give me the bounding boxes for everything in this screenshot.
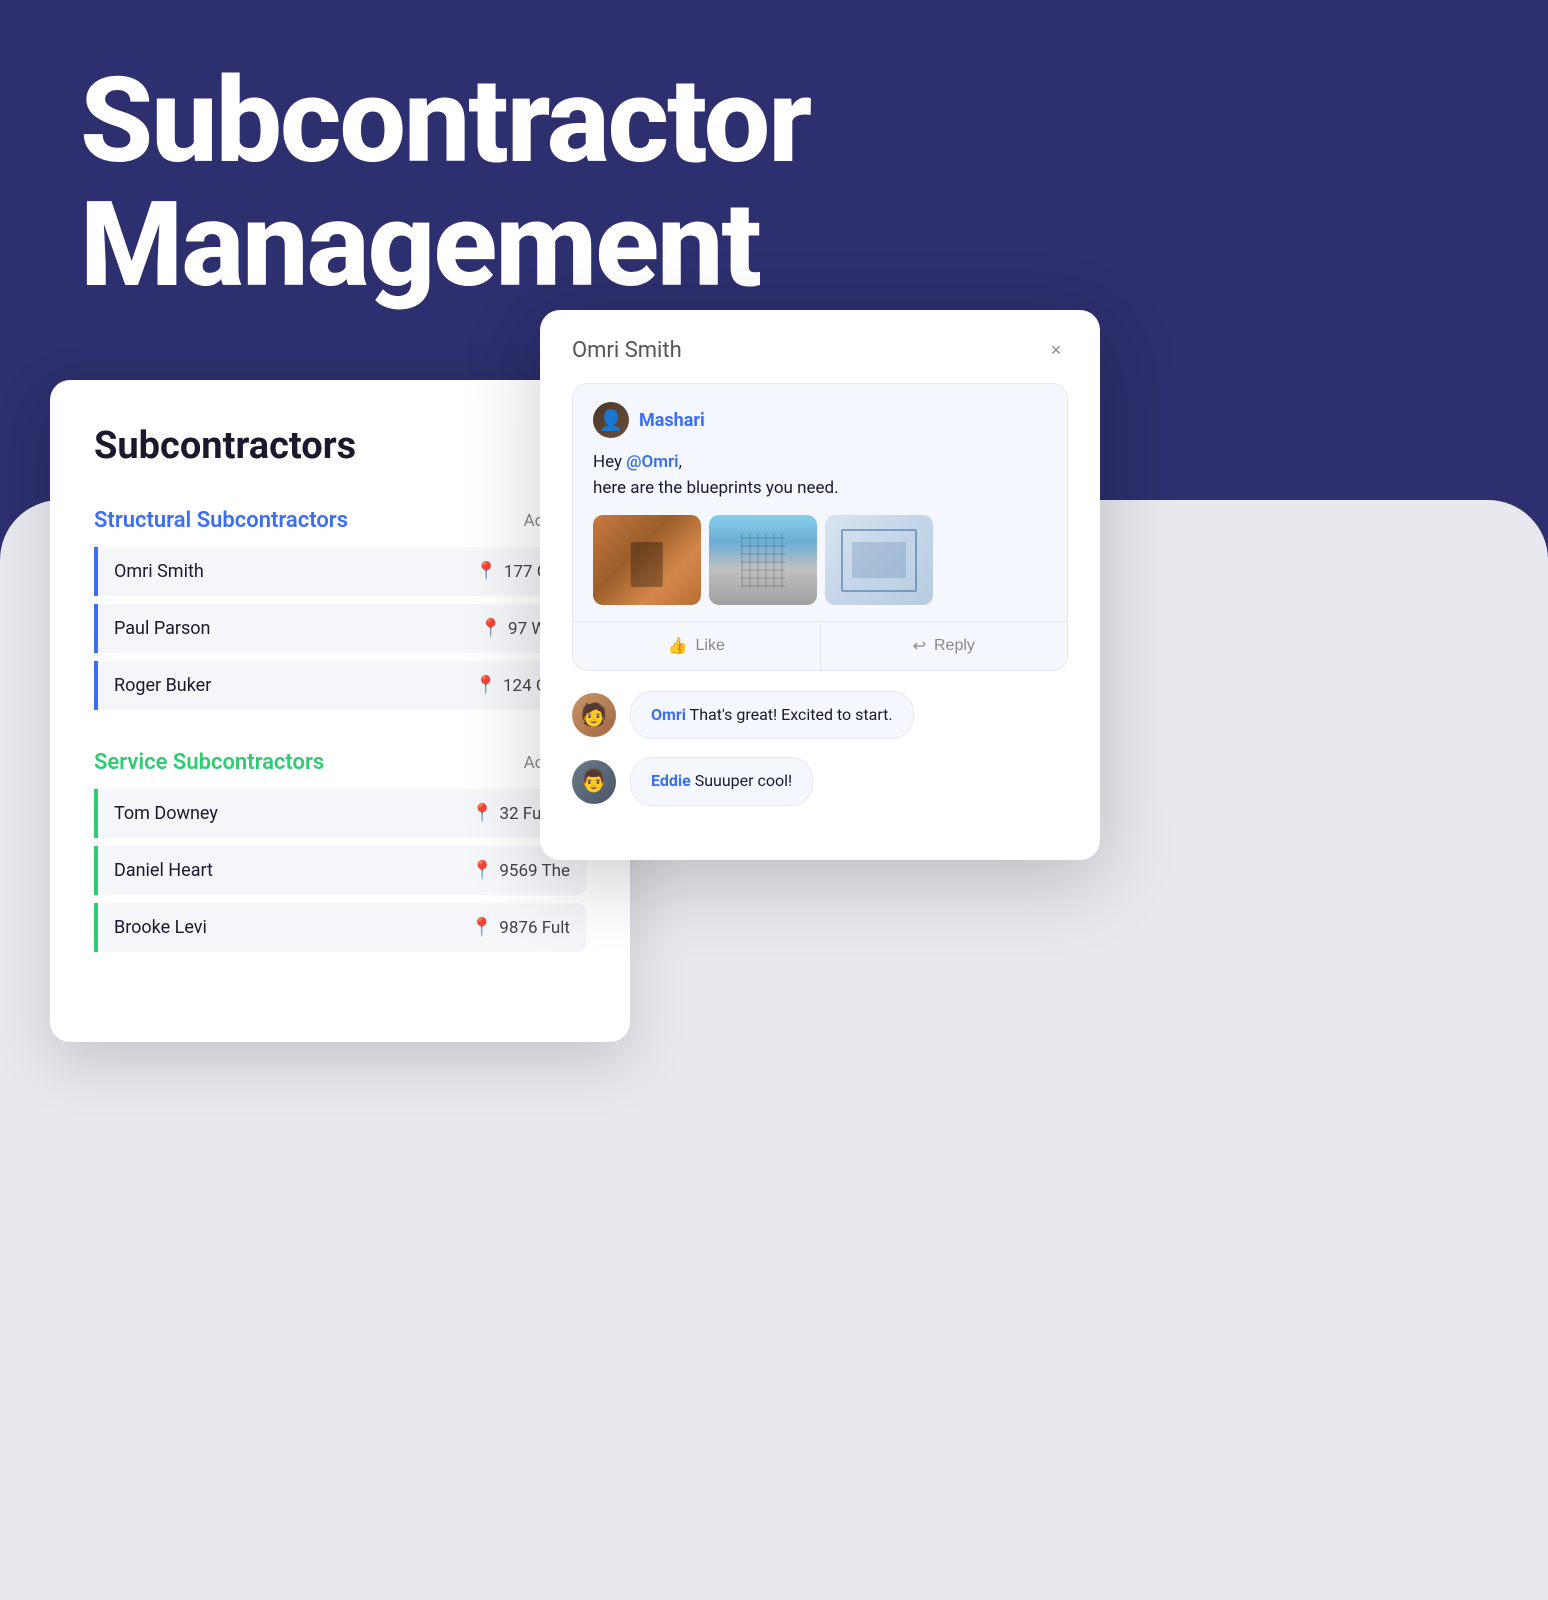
comment-author-name: Omri bbox=[651, 705, 686, 724]
contractor-name: Roger Buker bbox=[114, 675, 211, 696]
location-icon: 📍 bbox=[475, 675, 497, 696]
service-section-title: Service Subcontractors bbox=[94, 750, 324, 775]
author-name: Mashari bbox=[639, 410, 705, 431]
message-author: 👤 Mashari bbox=[593, 402, 1047, 438]
reply-button[interactable]: ↩ Reply bbox=[821, 622, 1068, 670]
close-button[interactable]: × bbox=[1044, 339, 1068, 363]
like-icon: 👍 bbox=[668, 636, 688, 656]
table-row[interactable]: Brooke Levi 📍 9876 Fult bbox=[94, 903, 586, 952]
dialog-header: Omri Smith × bbox=[572, 338, 1068, 363]
table-row[interactable]: Roger Buker 📍 124 Glen bbox=[94, 661, 586, 710]
table-row[interactable]: Daniel Heart 📍 9569 The bbox=[94, 846, 586, 895]
structural-section: Structural Subcontractors Address Omri S… bbox=[94, 508, 586, 710]
service-section-header: Service Subcontractors Address bbox=[94, 750, 586, 775]
location-icon: 📍 bbox=[475, 561, 497, 582]
like-button[interactable]: 👍 Like bbox=[573, 622, 821, 670]
location-icon: 📍 bbox=[471, 803, 493, 824]
avatar: 👨 bbox=[572, 760, 616, 804]
table-row[interactable]: Omri Smith 📍 177 Griff bbox=[94, 547, 586, 596]
image-building-structure bbox=[709, 515, 817, 605]
hero-title: Subcontractor Management bbox=[80, 60, 810, 308]
comment-text: Suuuper cool! bbox=[695, 771, 792, 790]
structural-list: Omri Smith 📍 177 Griff Paul Parson 📍 97 … bbox=[94, 547, 586, 710]
contractor-address: 📍 9569 The bbox=[471, 860, 570, 881]
service-list: Tom Downey 📍 32 Fulton Daniel Heart 📍 95… bbox=[94, 789, 586, 952]
comment-text: That's great! Excited to start. bbox=[690, 705, 893, 724]
image-grid bbox=[593, 515, 1047, 605]
contractor-name: Omri Smith bbox=[114, 561, 204, 582]
message-bubble: 👤 Mashari Hey @Omri, here are the bluepr… bbox=[572, 383, 1068, 671]
contractor-name: Tom Downey bbox=[114, 803, 218, 824]
table-row[interactable]: Paul Parson 📍 97 Wate bbox=[94, 604, 586, 653]
structural-section-header: Structural Subcontractors Address bbox=[94, 508, 586, 533]
message-text: Hey @Omri, here are the blueprints you n… bbox=[593, 450, 1047, 501]
service-section: Service Subcontractors Address Tom Downe… bbox=[94, 750, 586, 952]
sub-card-title: Subcontractors bbox=[94, 424, 586, 468]
location-icon: 📍 bbox=[471, 860, 493, 881]
dialog-title: Omri Smith bbox=[572, 338, 682, 363]
table-row[interactable]: Tom Downey 📍 32 Fulton bbox=[94, 789, 586, 838]
message-actions: 👍 Like ↩ Reply bbox=[573, 621, 1067, 670]
contractor-name: Brooke Levi bbox=[114, 917, 207, 938]
hero-title-line2: Management bbox=[80, 184, 810, 308]
location-icon: 📍 bbox=[471, 917, 493, 938]
image-construction-site bbox=[593, 515, 701, 605]
reply-icon: ↩ bbox=[913, 636, 926, 656]
avatar: 👤 bbox=[593, 402, 629, 438]
comment-eddie: 👨 Eddie Suuuper cool! bbox=[572, 757, 1068, 805]
image-blueprint bbox=[825, 515, 933, 605]
comment-omri: 🧑 Omri That's great! Excited to start. bbox=[572, 691, 1068, 739]
structural-section-title: Structural Subcontractors bbox=[94, 508, 348, 533]
comment-author-name: Eddie bbox=[651, 771, 691, 790]
comment-bubble: Eddie Suuuper cool! bbox=[630, 757, 813, 805]
hero-title-line1: Subcontractor bbox=[80, 60, 810, 184]
contractor-name: Daniel Heart bbox=[114, 860, 213, 881]
avatar: 🧑 bbox=[572, 693, 616, 737]
location-icon: 📍 bbox=[480, 618, 502, 639]
comment-bubble: Omri That's great! Excited to start. bbox=[630, 691, 914, 739]
mention: @Omri bbox=[626, 452, 678, 472]
message-dialog: Omri Smith × 👤 Mashari Hey @Omri, here a… bbox=[540, 310, 1100, 860]
contractor-name: Paul Parson bbox=[114, 618, 210, 639]
contractor-address: 📍 9876 Fult bbox=[471, 917, 570, 938]
